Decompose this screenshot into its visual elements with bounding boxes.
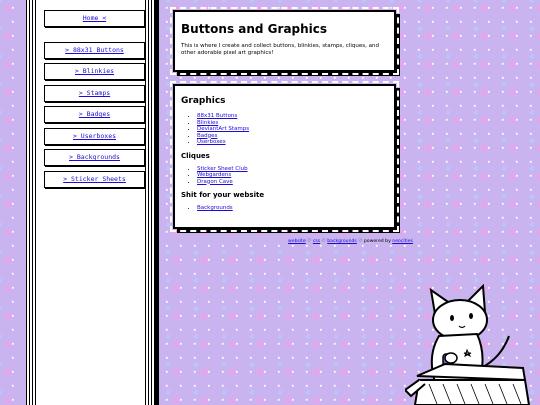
cat-in-box-illustration [405,284,531,405]
nav-blinkies[interactable]: > Blinkies [44,63,145,80]
website-heading: Shit for your website [181,191,265,199]
link-deviantart-stamps[interactable]: DeviantArt Stamps [197,126,249,132]
link-sticker-sheet-club[interactable]: Sticker Sheet Club [197,166,248,172]
link-badges[interactable]: Badges [197,133,217,139]
intro-box: Buttons and Graphics This is where I cre… [170,7,399,75]
content-box: Graphics 88x31 Buttons Blinkies DeviantA… [170,81,399,232]
link-userboxes[interactable]: Userboxes [197,139,226,145]
footer-website-link[interactable]: website [288,239,306,244]
nav-badges[interactable]: > Badges [44,106,145,123]
list-item: Dragon Cave [197,179,388,186]
link-webgardens[interactable]: Webgardens [197,172,231,178]
graphics-heading: Graphics [181,96,226,106]
heart-icon: ♡ [321,239,326,244]
graphics-list: 88x31 Buttons Blinkies DeviantArt Stamps… [181,113,388,146]
nav-stamps[interactable]: > Stamps [44,85,145,102]
website-list: Backgrounds [181,205,388,212]
nav-88x31-buttons[interactable]: > 88x31 Buttons [44,42,145,59]
footer-powered-by: powered by [363,239,391,244]
list-item: Userboxes [197,139,388,146]
sidebar-nav: Home < > 88x31 Buttons > Blinkies > Stam… [36,0,145,405]
link-backgrounds[interactable]: Backgrounds [197,205,233,211]
nav-backgrounds[interactable]: > Backgrounds [44,149,145,166]
intro-text: This is where I create and collect butto… [181,43,379,56]
footer: website ♡ css ♡ backgrounds ♡ powered by… [288,239,418,244]
heart-icon: ♡ [358,239,363,244]
list-item: Backgrounds [197,205,388,212]
footer-neocities-link[interactable]: neocities [392,239,413,244]
cliques-list: Sticker Sheet Club Webgardens Dragon Cav… [181,166,388,186]
sidebar-stripe-border [145,0,155,405]
heart-icon: ♡ [307,239,312,244]
link-88x31-buttons[interactable]: 88x31 Buttons [197,113,237,119]
link-dragon-cave[interactable]: Dragon Cave [197,179,233,185]
sidebar-edge-divider [155,0,159,405]
left-stripe-border [26,0,36,405]
nav-userboxes[interactable]: > Userboxes [44,128,145,145]
link-blinkies[interactable]: Blinkies [197,120,218,126]
cliques-heading: Cliques [181,151,210,160]
nav-sticker-sheets[interactable]: > Sticker Sheets [44,171,145,188]
footer-backgrounds-link[interactable]: backgrounds [327,239,357,244]
footer-css-link[interactable]: css [313,239,320,244]
nav-home-button[interactable]: Home < [44,10,145,27]
page-title: Buttons and Graphics [181,22,328,36]
